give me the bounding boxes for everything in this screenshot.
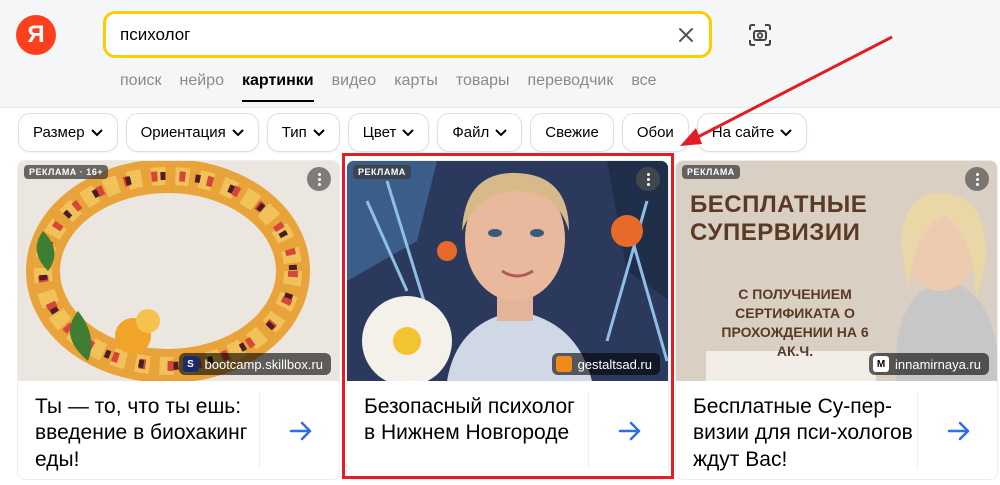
card-image[interactable]: БЕСПЛАТНЫЕ СУПЕРВИЗИИ С ПОЛУЧЕНИЕМ СЕРТИ…: [676, 161, 997, 381]
filter-bar: Размер Ориентация Тип Цвет Файл Свежие О…: [18, 113, 815, 152]
card-title[interactable]: Ты — то, что ты ешь: введение в биохакин…: [35, 394, 255, 473]
source-domain-link[interactable]: M innamirnaya.ru: [869, 353, 989, 375]
filter-orientation[interactable]: Ориентация: [125, 113, 259, 152]
nav-item-video[interactable]: видео: [332, 72, 377, 102]
more-options-icon[interactable]: [307, 167, 331, 191]
arrow-right-icon[interactable]: [288, 418, 314, 444]
source-domain-link[interactable]: S bootcamp.skillbox.ru: [178, 353, 331, 375]
source-domain: gestaltsad.ru: [577, 356, 652, 372]
arrow-right-icon[interactable]: [946, 418, 972, 444]
innamirnaya-favicon-icon: M: [873, 356, 889, 372]
search-box: [103, 11, 712, 58]
arrow-right-icon[interactable]: [617, 418, 643, 444]
divider: [917, 393, 918, 469]
chevron-down-icon: [780, 128, 793, 136]
filter-type[interactable]: Тип: [266, 113, 340, 152]
chevron-down-icon: [495, 128, 507, 136]
chevron-down-icon: [232, 128, 244, 136]
chevron-down-icon: [90, 128, 103, 136]
nav-item-translator[interactable]: переводчик: [528, 72, 614, 102]
chevron-down-icon: [402, 128, 415, 136]
card-body: Ты — то, что ты ешь: введение в биохакин…: [18, 381, 339, 479]
card-body: Бесплатные Су-пер­визии для пси-хологов …: [676, 381, 997, 479]
berries-wreath-image: [18, 161, 339, 381]
ad-badge: РЕКЛАМА · 16+: [24, 165, 109, 179]
source-domain-link[interactable]: gestaltsad.ru: [551, 353, 660, 375]
nav-item-neuro[interactable]: нейро: [180, 72, 224, 102]
card-title[interactable]: Безопасный психолог в Нижнем Новгороде: [364, 394, 584, 447]
banner-subtitle: С ПОЛУЧЕНИЕМ СЕРТИФИКАТА О ПРОХОЖДЕНИИ Н…: [721, 286, 869, 359]
filter-label: Тип: [281, 124, 307, 141]
more-options-icon[interactable]: [636, 167, 660, 191]
camera-icon[interactable]: [747, 22, 773, 48]
nav-item-products[interactable]: товары: [456, 72, 510, 102]
filter-label: На сайте: [711, 124, 775, 141]
filter-size[interactable]: Размер: [18, 113, 118, 152]
gestaltsad-favicon-icon: [555, 356, 572, 372]
filter-label: Размер: [33, 124, 85, 141]
nav-item-all[interactable]: все: [631, 72, 656, 102]
chevron-down-icon: [313, 128, 325, 136]
card-title[interactable]: Бесплатные Су-пер­визии для пси-хологов …: [693, 394, 913, 473]
filter-label: Свежие: [545, 124, 599, 141]
nav-item-images[interactable]: картинки: [241, 72, 314, 102]
divider: [588, 393, 589, 469]
result-card[interactable]: БЕСПЛАТНЫЕ СУПЕРВИЗИИ С ПОЛУЧЕНИЕМ СЕРТИ…: [675, 160, 998, 480]
divider: [259, 393, 260, 469]
banner-title: БЕСПЛАТНЫЕ СУПЕРВИЗИИ: [690, 191, 868, 246]
source-domain: bootcamp.skillbox.ru: [204, 356, 324, 372]
ad-badge: РЕКЛАМА: [353, 165, 411, 179]
filter-label: Ориентация: [140, 124, 226, 141]
filter-label: Обои: [636, 124, 674, 141]
card-body: Безопасный психолог в Нижнем Новгороде: [347, 381, 668, 479]
result-card[interactable]: РЕКЛАМА gestaltsad.ru Безопасный психоло…: [346, 160, 669, 480]
filter-file[interactable]: Файл: [437, 113, 523, 152]
filter-fresh[interactable]: Свежие: [530, 113, 614, 152]
source-domain: innamirnaya.ru: [895, 356, 981, 372]
filter-wallpapers[interactable]: Обои: [621, 113, 689, 152]
nav-item-maps[interactable]: карты: [394, 72, 438, 102]
nav-item-search[interactable]: поиск: [120, 72, 162, 102]
more-options-icon[interactable]: [965, 167, 989, 191]
result-card[interactable]: РЕКЛАМА · 16+ S bootcamp.skillbox.ru Ты …: [17, 160, 340, 480]
card-image[interactable]: РЕКЛАМА gestaltsad.ru: [347, 161, 668, 381]
close-icon[interactable]: [675, 24, 697, 46]
page: Я поиск нейро картинки видео карты товар…: [0, 0, 1000, 485]
skillbox-favicon-icon: S: [182, 356, 199, 372]
filter-on-site[interactable]: На сайте: [696, 113, 808, 152]
filter-label: Файл: [452, 124, 490, 141]
filter-color[interactable]: Цвет: [347, 113, 430, 152]
portrait-woman-image: [347, 161, 668, 381]
ad-badge: РЕКЛАМА: [682, 165, 740, 179]
card-image[interactable]: РЕКЛАМА · 16+ S bootcamp.skillbox.ru: [18, 161, 339, 381]
yandex-logo[interactable]: Я: [16, 15, 56, 55]
header: Я поиск нейро картинки видео карты товар…: [0, 0, 1000, 108]
filter-label: Цвет: [362, 124, 397, 141]
search-input[interactable]: [120, 23, 660, 47]
search-nav: поиск нейро картинки видео карты товары …: [120, 72, 675, 102]
